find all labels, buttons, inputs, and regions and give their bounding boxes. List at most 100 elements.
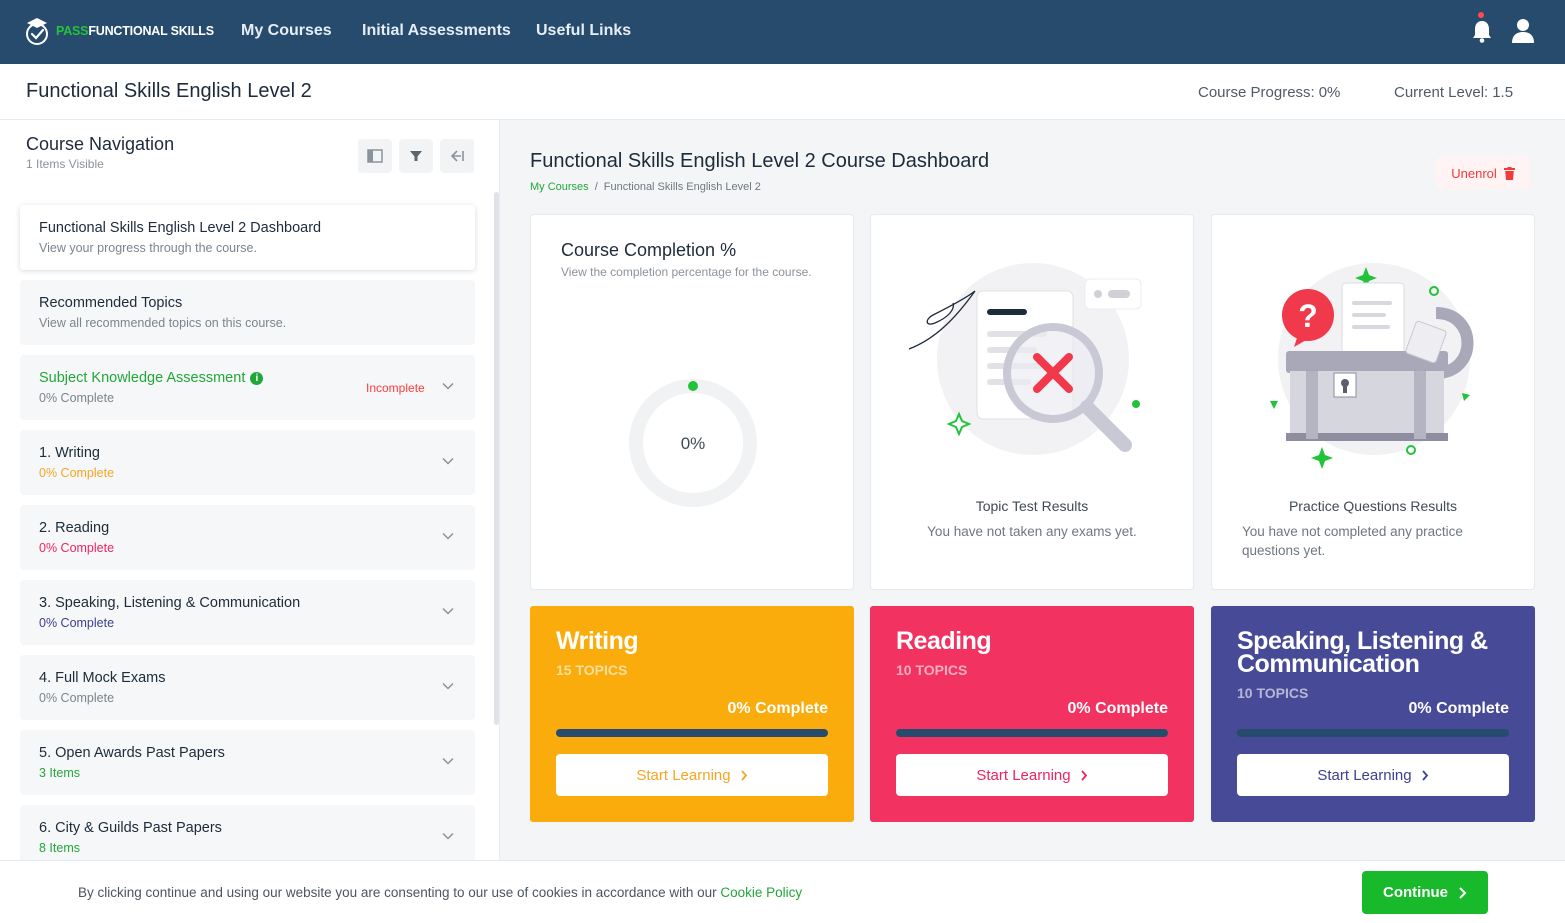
sidebar-item-title: 2. Reading [39, 520, 109, 536]
course-navigation-sidebar: Course Navigation 1 Items Visible Functi… [0, 120, 500, 860]
course-progress-label: Course Progress: [1198, 84, 1315, 101]
sidebar-item[interactable]: 6. City & Guilds Past Papers 8 Items [20, 805, 475, 860]
nav-my-courses[interactable]: My Courses [241, 22, 332, 40]
start-learning-label: Start Learning [976, 766, 1071, 784]
sidebar-item[interactable]: 5. Open Awards Past Papers 3 Items [20, 730, 475, 795]
sidebar-item-title: Functional Skills English Level 2 Dashbo… [39, 220, 321, 236]
sidebar-item-subtitle: 0% Complete [39, 466, 115, 480]
brand-name: PASSFUNCTIONAL SKILLS [56, 24, 214, 38]
chevron-right-icon [1080, 769, 1087, 781]
sidebar-item[interactable]: Recommended Topics View all recommended t… [20, 280, 475, 345]
filter-icon [410, 151, 422, 161]
subject-tile: Reading 10 TOPICS 0% Complete Start Learnin… [870, 606, 1194, 822]
brand-part1: PASS [56, 24, 89, 38]
start-learning-label: Start Learning [1317, 766, 1412, 784]
sidebar-item[interactable]: 2. Reading 0% Complete [20, 505, 475, 570]
breadcrumb: My Courses / Functional Skills English Lev… [530, 181, 761, 193]
chevron-down-icon[interactable] [441, 829, 455, 843]
sidebar-item[interactable]: Subject Knowledge Assessment i 0% Complete… [20, 355, 475, 420]
chevron-down-icon[interactable] [441, 679, 455, 693]
chevron-right-icon [1421, 769, 1428, 781]
practice-caption: Practice Questions Results [1288, 498, 1458, 514]
subject-progress-bar [556, 729, 828, 737]
sidebar-item-subtitle: 8 Items [39, 841, 80, 855]
chevron-down-icon[interactable] [441, 454, 455, 468]
dashboard-title: Functional Skills English Level 2 Course… [530, 150, 990, 172]
sidebar-item-title-text: 3. Speaking, Listening & Communication [39, 595, 301, 611]
sidebar-item-subtitle: View all recommended topics on this cour… [39, 316, 287, 330]
sidebar-title: Course Navigation [26, 134, 175, 154]
sidebar-item[interactable]: 4. Full Mock Exams 0% Complete [20, 655, 475, 720]
sidebar-item-subtitle: 0% Complete [39, 391, 115, 405]
sidebar-item-title: 5. Open Awards Past Papers [39, 745, 225, 761]
subject-topic-count: 15 TOPICS [556, 662, 628, 678]
svg-text:?: ? [1298, 298, 1318, 334]
subject-title: Speaking, Listening & Communication [1237, 627, 1488, 678]
completion-marker [688, 381, 698, 391]
chevron-down-icon[interactable] [441, 754, 455, 768]
user-icon[interactable] [1511, 18, 1535, 44]
exam-magnifier-illustration [908, 263, 1142, 455]
completion-value: 0% [681, 434, 706, 453]
sidebar-item-title-text: Recommended Topics [39, 295, 183, 311]
start-learning-button[interactable]: Start Learning [556, 754, 828, 796]
subject-topic-count: 10 TOPICS [1237, 685, 1309, 701]
start-learning-button[interactable]: Start Learning [1237, 754, 1509, 796]
subject-tile: Writing 15 TOPICS 0% Complete Start Learnin… [530, 606, 854, 822]
subject-progress-text: 0% Complete [1067, 700, 1168, 717]
filter-button[interactable] [399, 139, 433, 173]
start-learning-button[interactable]: Start Learning [896, 754, 1168, 796]
sidebar-item-subtitle: 0% Complete [39, 691, 115, 705]
notification-dot [1478, 12, 1484, 18]
bell-icon[interactable] [1471, 19, 1493, 43]
chevron-right-icon [1459, 886, 1467, 899]
subject-tile: Speaking, Listening & Communication 10 TO… [1211, 606, 1535, 822]
sidebar-layout-icon [367, 149, 383, 163]
cookie-policy-link[interactable]: Cookie Policy [720, 885, 802, 900]
graduation-check-icon [26, 18, 48, 45]
sidebar-item-title: 1. Writing [39, 445, 100, 461]
cookie-continue-button[interactable]: Continue [1362, 871, 1488, 914]
practice-message: You have not completed any practice ques… [1242, 524, 1463, 558]
course-header: Functional Skills English Level 2 Course… [0, 64, 1565, 120]
chevron-down-icon[interactable] [441, 379, 455, 393]
status-badge: Incomplete [366, 381, 425, 395]
sidebar-subtitle: 1 Items Visible [26, 157, 104, 171]
sidebar-item-title-text: Functional Skills English Level 2 Dashbo… [39, 220, 322, 236]
sidebar-item-title: Recommended Topics [39, 295, 182, 311]
cookie-message: By clicking continue and using our websi… [78, 885, 721, 900]
sidebar-item-subtitle: View your progress through the course. [39, 241, 257, 255]
info-icon[interactable]: i [250, 372, 264, 385]
sidebar-item[interactable]: Functional Skills English Level 2 Dashbo… [20, 205, 475, 270]
trash-icon [1503, 166, 1515, 180]
nav-initial-assessments[interactable]: Initial Assessments [362, 22, 511, 40]
sidebar-scrollbar[interactable] [494, 192, 499, 725]
sidebar-item[interactable]: 1. Writing 0% Complete [20, 430, 475, 495]
course-progress-value: 0% [1318, 84, 1341, 101]
nav-useful-links[interactable]: Useful Links [536, 22, 631, 40]
topic-tests-caption: Topic Test Results [975, 498, 1089, 514]
sidebar-item-subtitle: 0% Complete [39, 616, 115, 630]
sidebar-item[interactable]: 3. Speaking, Listening & Communication 0%… [20, 580, 475, 645]
collapse-sidebar-button[interactable] [440, 139, 474, 173]
brand-part2: FUNCTIONAL SKILLS [88, 24, 214, 38]
topic-test-results-card: Topic Test Results You have not taken an… [870, 214, 1194, 590]
unenrol-label: Unenrol [1451, 165, 1497, 181]
unenrol-button[interactable]: Unenrol [1436, 157, 1530, 189]
breadcrumb-my-courses[interactable]: My Courses [530, 181, 589, 193]
subject-progress-bar [1237, 729, 1509, 737]
sidebar-item-title: Subject Knowledge Assessment i [39, 370, 264, 386]
subject-progress-bar [896, 729, 1168, 737]
cookie-text: By clicking continue and using our websi… [78, 885, 802, 900]
treasure-chest-illustration: ? [1270, 263, 1474, 469]
current-level: Current Level: 1.5 [1394, 84, 1513, 101]
brand-logo[interactable]: PASSFUNCTIONAL SKILLS [24, 16, 214, 46]
layout-toggle-button[interactable] [358, 139, 392, 173]
chevron-down-icon[interactable] [441, 529, 455, 543]
sidebar-item-title-text: 2. Reading [39, 520, 110, 536]
chevron-right-icon [740, 769, 747, 781]
chevron-down-icon[interactable] [441, 604, 455, 618]
current-level-value: 1.5 [1492, 84, 1514, 101]
course-completion-card: Course Completion % View the completion … [530, 214, 854, 590]
breadcrumb-current: Functional Skills English Level 2 [603, 181, 761, 193]
